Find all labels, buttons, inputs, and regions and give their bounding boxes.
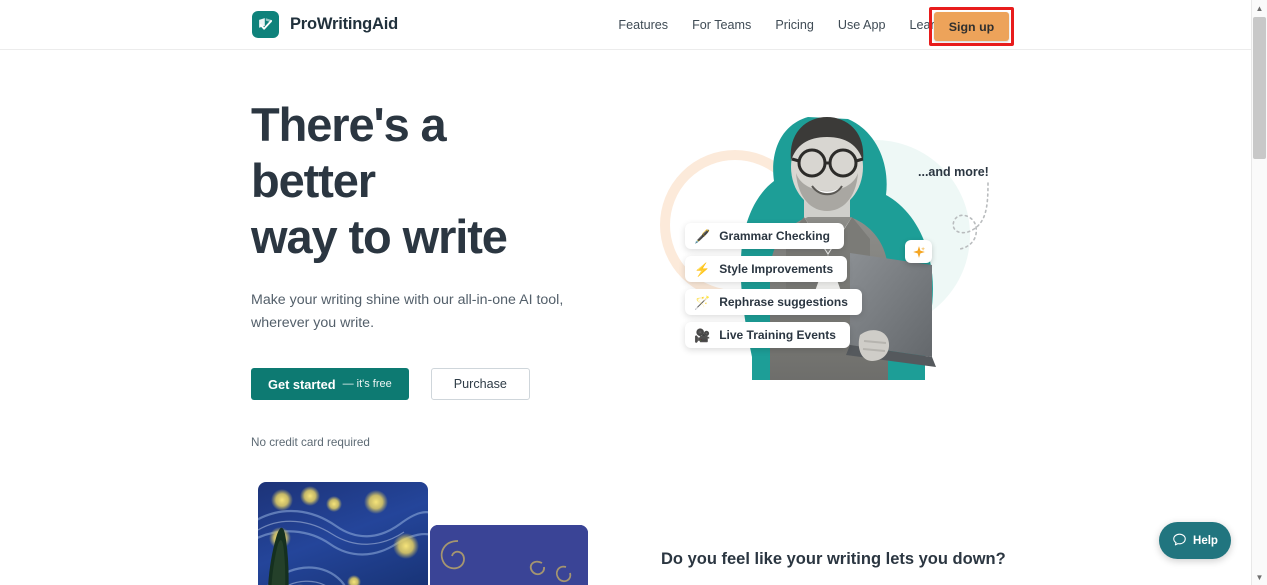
feature-pill-rephrase-suggestions[interactable]: 🪄 Rephrase suggestions bbox=[685, 289, 862, 315]
vertical-scrollbar[interactable]: ▲ ▼ bbox=[1251, 0, 1267, 585]
starry-night-card bbox=[258, 482, 428, 585]
chat-bubble-icon bbox=[1172, 532, 1187, 550]
hero-illustration: 🖋️ Grammar Checking ⚡ Style Improvements… bbox=[640, 95, 1040, 380]
magic-wand-icon: 🪄 bbox=[694, 294, 711, 310]
nav-item-for-teams[interactable]: For Teams bbox=[680, 0, 763, 50]
and-more-annotation: ...and more! bbox=[918, 165, 989, 179]
pen-icon: 🖋️ bbox=[694, 228, 711, 244]
hero-text-column: There's a better way to write Make your … bbox=[251, 97, 581, 449]
feature-pill-label: Rephrase suggestions bbox=[719, 295, 848, 309]
nav-item-pricing[interactable]: Pricing bbox=[763, 0, 826, 50]
lightning-icon: ⚡ bbox=[694, 261, 711, 277]
page-title: There's a better way to write bbox=[251, 97, 581, 265]
get-started-label: Get started bbox=[268, 376, 336, 392]
no-credit-card-note: No credit card required bbox=[251, 436, 370, 449]
feature-pill-live-training-events[interactable]: 🎥 Live Training Events bbox=[685, 322, 850, 348]
feature-pill-grammar-checking[interactable]: 🖋️ Grammar Checking bbox=[685, 223, 844, 249]
nav-item-features[interactable]: Features bbox=[606, 0, 680, 50]
feature-pill-label: Style Improvements bbox=[719, 262, 834, 276]
artwork-cards bbox=[258, 482, 598, 585]
sign-up-button[interactable]: Sign up bbox=[934, 12, 1009, 41]
get-started-suffix: — it's free bbox=[342, 378, 392, 390]
nav-item-use-app[interactable]: Use App bbox=[826, 0, 898, 50]
hero-title-line-2: way to write bbox=[251, 210, 508, 263]
video-camera-icon: 🎥 bbox=[694, 327, 711, 343]
page-viewport: ProWritingAid Features For Teams Pricing… bbox=[0, 0, 1251, 585]
scrollbar-thumb[interactable] bbox=[1253, 17, 1266, 159]
site-header: ProWritingAid Features For Teams Pricing… bbox=[0, 0, 1251, 50]
scroll-up-arrow-icon[interactable]: ▲ bbox=[1252, 0, 1267, 16]
blue-swirl-card bbox=[430, 525, 588, 585]
feature-pill-label: Live Training Events bbox=[719, 328, 836, 342]
hero-cta-group: Get started — it's free Purchase bbox=[251, 368, 581, 400]
purchase-button[interactable]: Purchase bbox=[430, 368, 530, 400]
book-check-icon bbox=[252, 11, 279, 38]
hero-subtitle: Make your writing shine with our all-in-… bbox=[251, 292, 564, 331]
help-label: Help bbox=[1193, 534, 1218, 547]
feature-pill-style-improvements[interactable]: ⚡ Style Improvements bbox=[685, 256, 848, 282]
scroll-down-arrow-icon[interactable]: ▼ bbox=[1252, 569, 1267, 585]
brand-name: ProWritingAid bbox=[290, 15, 399, 33]
signup-button-container: Sign up bbox=[929, 7, 1014, 46]
section-heading: Do you feel like your writing lets you d… bbox=[661, 550, 1006, 568]
feature-pill-list: 🖋️ Grammar Checking ⚡ Style Improvements… bbox=[685, 223, 862, 348]
get-started-button[interactable]: Get started — it's free bbox=[251, 368, 409, 400]
dotted-curved-arrow-icon bbox=[952, 182, 989, 250]
hero-title-line-1: There's a better bbox=[251, 98, 447, 207]
help-widget-button[interactable]: Help bbox=[1159, 522, 1231, 559]
sparkle-icon bbox=[905, 240, 932, 263]
browser-page: ProWritingAid Features For Teams Pricing… bbox=[0, 0, 1267, 585]
feature-pill-label: Grammar Checking bbox=[719, 229, 830, 243]
brand-logo-link[interactable]: ProWritingAid bbox=[252, 11, 398, 38]
